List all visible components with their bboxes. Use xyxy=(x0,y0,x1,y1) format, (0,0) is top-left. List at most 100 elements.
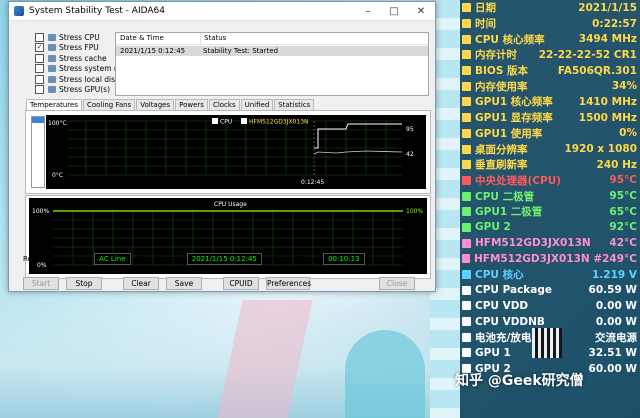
osd-value: 95°C xyxy=(609,174,637,187)
osd-value: 1920 x 1080 xyxy=(564,143,637,156)
osd-label: GPU1 使用率 xyxy=(475,127,543,140)
osd-row: HFM512GD3JX013N #2 49°C xyxy=(460,251,640,267)
power-icon xyxy=(462,285,471,295)
title-bar[interactable]: System Stability Test - AIDA64 – □ ✕ xyxy=(9,2,435,21)
osd-row: GPU1 核心频率 1410 MHz xyxy=(460,94,640,110)
log-status: Stability Test: Started xyxy=(203,47,279,55)
osd-label: 时间 xyxy=(475,18,496,31)
memory-icon xyxy=(462,50,471,60)
thermometer-icon xyxy=(462,191,471,201)
memory-icon xyxy=(48,65,56,73)
osd-row: 中央处理器(CPU) 95°C xyxy=(460,173,640,189)
minimize-button[interactable]: – xyxy=(355,2,381,20)
log-header: Date & Time Status xyxy=(116,33,428,45)
x-axis-time: 0:12:45 xyxy=(301,179,324,186)
cpu-usage-panel: CPU Usage 100% 0% 100% xyxy=(25,195,431,279)
calendar-icon xyxy=(462,3,471,13)
osd-label: BIOS 版本 xyxy=(475,65,529,78)
cpuid-button[interactable]: CPUID xyxy=(223,277,259,290)
disk-temp-series xyxy=(313,150,403,155)
osd-label: 内存使用率 xyxy=(475,80,528,93)
checkbox-checked[interactable]: ✓ xyxy=(35,43,44,53)
osd-value: FA506QR.301 xyxy=(557,64,637,77)
bios-icon xyxy=(462,66,471,76)
cpu-icon xyxy=(48,33,56,41)
start-button[interactable]: Start xyxy=(23,277,59,290)
power-icon xyxy=(462,301,471,311)
usage-chart-title: CPU Usage xyxy=(214,201,247,208)
osd-value: 1500 MHz xyxy=(578,111,637,124)
osd-value: 0% xyxy=(619,127,637,140)
osd-label: HFM512GD3JX013N xyxy=(475,237,591,250)
osd-value: 0.00 W xyxy=(595,315,637,328)
sensor-selected-item[interactable] xyxy=(32,117,44,123)
usage-y-top: 100% xyxy=(32,208,49,215)
osd-value: 34% xyxy=(611,80,637,93)
gpu-icon xyxy=(462,97,471,107)
disk-icon xyxy=(48,75,56,83)
osd-value: 95°C xyxy=(609,190,637,203)
cpu-temp-series xyxy=(314,123,402,149)
osd-row: 内存计时 22-22-22-52 CR1 xyxy=(460,47,640,63)
maximize-button[interactable]: □ xyxy=(381,2,407,20)
power-icon xyxy=(462,317,471,327)
osd-row: CPU 核心 1.219 V xyxy=(460,267,640,283)
checkbox[interactable] xyxy=(35,74,44,84)
osd-label: CPU 核心 xyxy=(475,269,524,282)
stop-button[interactable]: Stop xyxy=(66,277,102,290)
table-row[interactable]: 2021/1/15 0:12:45 Stability Test: Starte… xyxy=(116,46,428,56)
elapsed-value: 00:10:13 xyxy=(323,253,365,265)
status-log-table[interactable]: Date & Time Status 2021/1/15 0:12:45 Sta… xyxy=(115,32,429,96)
gpu-icon xyxy=(48,86,56,94)
close-window-button[interactable]: ✕ xyxy=(407,2,435,20)
clear-button[interactable]: Clear xyxy=(123,277,159,290)
osd-value: 49°C xyxy=(609,252,637,265)
battery-value: AC Line xyxy=(94,253,131,265)
column-header-datetime[interactable]: Date & Time xyxy=(116,33,200,44)
osd-label: CPU 核心频率 xyxy=(475,33,545,46)
osd-row: HFM512GD3JX013N 42°C xyxy=(460,235,640,251)
disk-icon xyxy=(462,254,470,264)
osd-label: GPU1 显存频率 xyxy=(475,112,553,125)
osd-value: 92°C xyxy=(609,221,637,234)
stress-option-label: Stress local disks xyxy=(59,74,124,84)
osd-value: 3494 MHz xyxy=(578,33,637,46)
osd-row: 内存使用率 34% xyxy=(460,78,640,94)
osd-label: CPU VDD xyxy=(475,299,529,312)
stress-option-label: Stress GPU(s) xyxy=(59,85,111,95)
sensor-list[interactable] xyxy=(31,116,45,188)
osd-label: 桌面分辨率 xyxy=(475,143,528,156)
osd-row: 日期 2021/1/15 xyxy=(460,0,640,16)
test-started-label: Test Started: xyxy=(138,255,183,263)
temperature-graph: CPU HFM512GD3JX013N 100°C 0°C 0:12:45 95… xyxy=(46,115,426,189)
usage-current-value: 100% xyxy=(406,208,423,215)
gpu-icon xyxy=(462,113,471,123)
memory-icon xyxy=(462,81,471,91)
osd-value: 0.00 W xyxy=(595,299,637,312)
osd-row: 桌面分辨率 1920 x 1080 xyxy=(460,141,640,157)
checkbox[interactable] xyxy=(35,32,44,42)
legend-cpu: CPU xyxy=(220,119,232,126)
osd-label: 日期 xyxy=(475,2,496,15)
preferences-button[interactable]: Preferences xyxy=(266,277,311,290)
power-icon xyxy=(462,348,471,358)
save-button[interactable]: Save xyxy=(166,277,202,290)
temperature-panel: CPU HFM512GD3JX013N 100°C 0°C 0:12:45 95… xyxy=(25,110,431,194)
thermometer-icon xyxy=(462,175,471,185)
y-axis-top: 100°C xyxy=(48,120,67,127)
osd-row: CPU 二极管 95°C xyxy=(460,188,640,204)
osd-label: 中央处理器(CPU) xyxy=(475,174,562,187)
osd-row: GPU1 显存频率 1500 MHz xyxy=(460,110,640,126)
osd-label: GPU1 二极管 xyxy=(475,206,543,219)
close-button[interactable]: Close xyxy=(379,277,415,290)
osd-value: 240 Hz xyxy=(596,158,637,171)
checkbox[interactable] xyxy=(35,53,44,63)
clock-icon xyxy=(462,19,471,29)
checkbox[interactable] xyxy=(35,64,44,74)
aida64-app-icon xyxy=(14,6,24,16)
checkbox[interactable] xyxy=(35,85,44,95)
column-header-status[interactable]: Status xyxy=(200,33,428,44)
cpu-temp-value: 95 xyxy=(406,126,414,133)
osd-label: CPU Package xyxy=(475,284,553,297)
window-title: System Stability Test - AIDA64 xyxy=(29,6,165,16)
